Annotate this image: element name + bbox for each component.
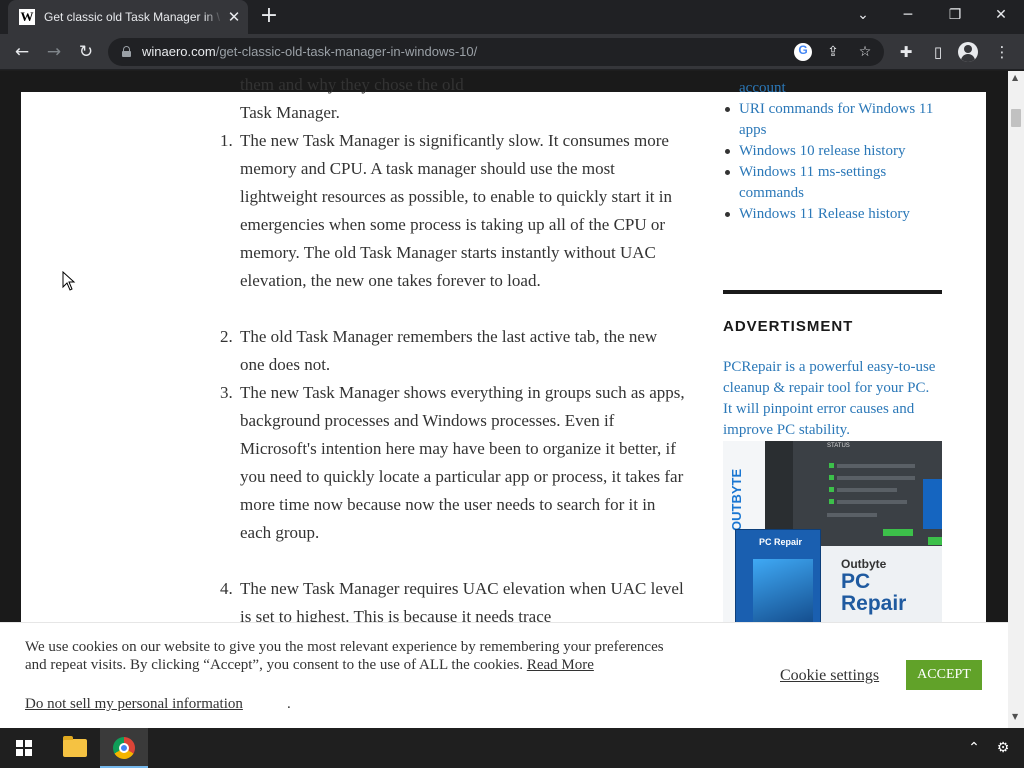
tab-search-icon[interactable]: ⌄	[848, 4, 878, 26]
bookmark-star-icon[interactable]: ☆	[856, 43, 874, 61]
article-intro-tail: Task Manager.	[240, 103, 340, 122]
new-tab-button[interactable]: +	[258, 5, 280, 27]
scroll-down-icon[interactable]: ▼	[1012, 712, 1018, 721]
cookie-text: We use cookies on our website to give yo…	[25, 638, 685, 674]
url-path: /get-classic-old-task-manager-in-windows…	[215, 44, 478, 59]
minimize-button[interactable]: ─	[893, 4, 923, 26]
ad-text-link[interactable]: PCRepair is a powerful easy-to-use clean…	[723, 357, 942, 441]
restore-button[interactable]: ❐	[940, 4, 970, 26]
ad-heading: ADVERTISMENT	[723, 318, 854, 335]
url-domain: winaero.com	[142, 44, 216, 59]
sidebar-link-label[interactable]: URI commands for Windows 11 apps	[739, 101, 933, 138]
folder-icon	[63, 736, 87, 757]
lock-icon[interactable]	[122, 46, 131, 57]
side-panel-icon[interactable]: ▯	[927, 41, 949, 63]
ad-row	[837, 500, 907, 504]
share-icon[interactable]: ⇪	[824, 43, 842, 61]
list-item-text: The new Task Manager shows everything in…	[240, 383, 685, 542]
accept-button[interactable]: ACCEPT	[906, 660, 982, 690]
google-lens-icon[interactable]: G	[794, 43, 812, 61]
scroll-up-icon[interactable]: ▲	[1012, 73, 1018, 82]
ad-check-icon	[829, 487, 834, 492]
ad-product-name: PC Repair	[841, 570, 907, 615]
sidebar-link[interactable]: Windows 10 release history	[723, 141, 942, 162]
tab-title-fade	[204, 8, 222, 28]
ad-box-label: PC Repair	[759, 537, 803, 547]
list-item-number: 4.	[220, 579, 233, 598]
cookie-settings-link[interactable]: Cookie settings	[780, 667, 879, 685]
close-window-button[interactable]: ✕	[986, 4, 1016, 26]
sidebar-link[interactable]: URI commands for Windows 11 apps	[723, 99, 942, 141]
mouse-cursor-icon	[62, 271, 76, 291]
list-item-text: The old Task Manager remembers the last …	[240, 327, 658, 374]
ad-banner-image[interactable]: OUTBYTE STATUS Outbyte PC Repair PC Repa…	[723, 441, 942, 641]
ad-check-icon	[829, 499, 834, 504]
tab-close-icon[interactable]: ✕	[226, 8, 242, 26]
ad-row	[827, 513, 877, 517]
bullet-icon	[725, 107, 730, 112]
chrome-icon	[113, 737, 135, 759]
ad-row	[837, 488, 897, 492]
taskbar: ⌃ ⚙	[0, 728, 1024, 768]
ad-side-icons	[923, 479, 942, 529]
address-bar[interactable]: winaero.com/get-classic-old-task-manager…	[108, 38, 884, 66]
tab-title: Get classic old Task Manager in W	[44, 10, 220, 24]
ad-brand: Outbyte	[841, 557, 887, 571]
bullet-icon	[725, 212, 730, 217]
sidebar-link-list: account URI commands for Windows 11 apps…	[723, 78, 942, 225]
bullet-icon	[725, 149, 730, 154]
sidebar-link-label[interactable]: Windows 11 Release history	[739, 206, 910, 222]
list-item-number: 3.	[220, 383, 233, 402]
sidebar-divider	[723, 290, 942, 294]
reload-button[interactable]: ↻	[74, 40, 98, 64]
do-not-sell-period: .	[287, 696, 291, 712]
scroll-thumb[interactable]	[1011, 109, 1021, 127]
taskbar-chrome[interactable]	[100, 728, 148, 768]
list-item-number: 1.	[220, 131, 233, 150]
tray-overflow-icon[interactable]: ⌃	[964, 738, 984, 758]
ad-check-icon	[829, 463, 834, 468]
settings-gear-icon[interactable]: ⚙	[993, 738, 1013, 758]
read-more-link[interactable]: Read More	[527, 657, 594, 673]
sidebar-link[interactable]: Windows 11 Release history	[723, 204, 942, 225]
bullet-icon	[725, 170, 730, 175]
article-intro-cut: them and why they chose the old	[240, 75, 464, 94]
ad-brand-vertical: OUTBYTE	[729, 468, 744, 531]
back-button[interactable]: ←	[10, 40, 34, 64]
sidebar-link-label[interactable]: Windows 10 release history	[739, 143, 905, 159]
do-not-sell-link[interactable]: Do not sell my personal information	[25, 696, 243, 713]
sidebar-link-label[interactable]: Windows 11 ms-settings commands	[739, 164, 886, 201]
list-item-number: 2.	[220, 327, 233, 346]
list-item-text: The new Task Manager is significantly sl…	[240, 131, 672, 290]
sidebar-link[interactable]: Windows 11 ms-settings commands	[723, 162, 942, 204]
ad-app-button	[883, 529, 913, 536]
url-text[interactable]: winaero.com/get-classic-old-task-manager…	[142, 44, 477, 59]
ad-row	[837, 464, 915, 468]
sidebar-link[interactable]: account	[723, 78, 942, 99]
winaero-favicon-icon: W	[19, 9, 35, 25]
profile-avatar-icon[interactable]	[958, 42, 978, 62]
page-viewport: them and why they chose the old Task Man…	[0, 71, 1008, 728]
ad-row	[837, 476, 915, 480]
ad-check-icon	[829, 475, 834, 480]
sidebar-link-label[interactable]: account	[739, 80, 786, 96]
extensions-icon[interactable]: ✚	[895, 41, 917, 63]
forward-button[interactable]: →	[42, 40, 66, 64]
cookie-banner: We use cookies on our website to give yo…	[0, 622, 1008, 728]
ad-green-strip	[928, 537, 942, 545]
browser-toolbar: ← → ↻ winaero.com/get-classic-old-task-m…	[0, 34, 1024, 70]
taskbar-file-explorer[interactable]	[51, 728, 99, 768]
page-scrollbar[interactable]: ▲ ▼	[1008, 71, 1024, 728]
ad-status-label: STATUS	[827, 443, 850, 449]
windows-start-icon[interactable]	[16, 740, 32, 756]
browser-menu-icon[interactable]: ⋮	[991, 41, 1013, 63]
browser-tab[interactable]: W Get classic old Task Manager in W ✕	[8, 0, 248, 34]
tab-strip: W Get classic old Task Manager in W ✕ + …	[0, 0, 1024, 34]
